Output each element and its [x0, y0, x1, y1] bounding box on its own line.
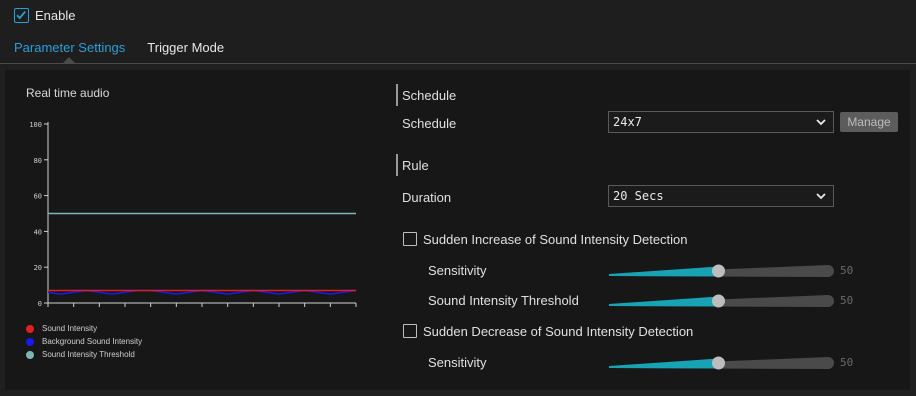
threshold-value: 50: [840, 294, 854, 307]
tab-trigger-mode[interactable]: Trigger Mode: [147, 40, 224, 55]
slider-fill: [609, 296, 719, 307]
legend-dot-red: [26, 324, 34, 333]
slider-fill: [609, 358, 719, 369]
sudden-increase-checkbox[interactable]: [403, 232, 417, 246]
decrease-sensitivity-slider[interactable]: [606, 352, 834, 374]
chevron-down-icon: [816, 119, 826, 126]
slider-knob: [712, 294, 725, 308]
y-tick-label: 0: [38, 300, 42, 308]
audio-chart: 0 20 40 60 80 100: [29, 121, 357, 308]
threshold-slider[interactable]: [606, 290, 834, 312]
legend-dot-blue: [26, 337, 34, 346]
enable-checkbox[interactable]: [14, 8, 29, 23]
duration-select-value: 20 Secs: [613, 189, 664, 203]
sudden-increase-label: Sudden Increase of Sound Intensity Detec…: [423, 232, 688, 247]
increase-sensitivity-slider[interactable]: [606, 260, 834, 282]
slider-fill: [609, 266, 719, 277]
rule-section-bar: [396, 154, 398, 176]
schedule-select[interactable]: 24x7: [608, 111, 834, 133]
y-tick-label: 60: [34, 193, 42, 201]
y-tick-label: 80: [34, 157, 42, 165]
enable-row[interactable]: Enable: [14, 8, 75, 23]
duration-label: Duration: [402, 190, 452, 205]
decrease-sensitivity-value: 50: [840, 356, 854, 369]
increase-sensitivity-label: Sensitivity: [428, 263, 487, 278]
legend-label: Background Sound Intensity: [42, 337, 143, 346]
sudden-decrease-label: Sudden Decrease of Sound Intensity Detec…: [423, 324, 694, 339]
active-tab-caret: [63, 57, 75, 63]
slider-knob: [712, 264, 725, 278]
legend-dot-teal: [26, 350, 34, 359]
tab-underline: [0, 63, 916, 64]
duration-select[interactable]: 20 Secs: [608, 185, 834, 207]
y-tick-label: 40: [34, 228, 42, 236]
checkmark-icon: [16, 11, 26, 20]
threshold-label: Sound Intensity Threshold: [428, 293, 579, 308]
enable-label: Enable: [35, 8, 76, 23]
schedule-section-bar: [396, 84, 398, 106]
legend-item-threshold: Sound Intensity Threshold: [26, 348, 142, 361]
legend-label: Sound Intensity Threshold: [42, 350, 135, 359]
sudden-decrease-checkbox[interactable]: [403, 324, 417, 338]
increase-sensitivity-value: 50: [840, 264, 854, 277]
legend-item-sound-intensity: Sound Intensity: [26, 322, 142, 335]
rule-section-title: Rule: [402, 158, 429, 173]
chart-legend: Sound Intensity Background Sound Intensi…: [26, 322, 142, 361]
y-tick-label: 100: [29, 121, 42, 129]
manage-button[interactable]: Manage: [840, 112, 898, 132]
schedule-label: Schedule: [402, 116, 457, 131]
chevron-down-icon: [816, 193, 826, 200]
legend-item-background-sound: Background Sound Intensity: [26, 335, 142, 348]
y-tick-label: 20: [34, 264, 42, 272]
tab-bar: Parameter Settings Trigger Mode: [14, 40, 224, 55]
tab-parameter-settings[interactable]: Parameter Settings: [14, 40, 125, 55]
legend-label: Sound Intensity: [42, 324, 98, 333]
slider-knob: [712, 356, 725, 370]
schedule-section-title: Schedule: [402, 88, 457, 103]
chart-title: Real time audio: [26, 86, 110, 100]
decrease-sensitivity-label: Sensitivity: [428, 355, 487, 370]
schedule-select-value: 24x7: [613, 115, 642, 129]
